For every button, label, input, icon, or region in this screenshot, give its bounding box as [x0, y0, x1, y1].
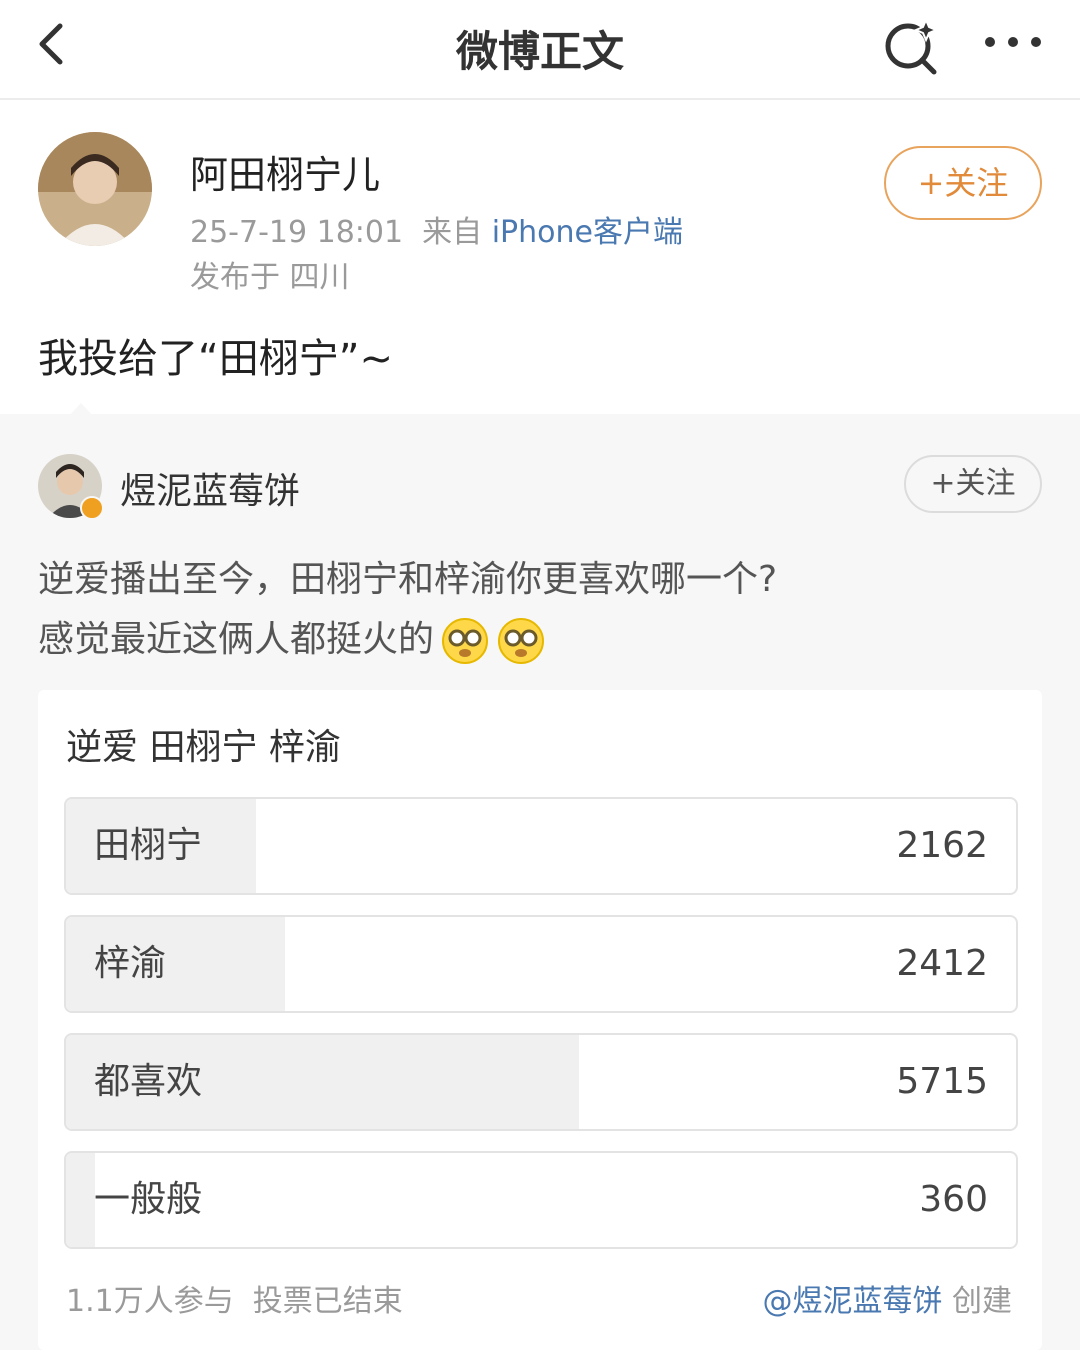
source-prefix: 来自: [422, 215, 483, 250]
post-text: 我投给了“田栩宁”~: [38, 336, 393, 382]
poll-option-count: 5715: [896, 1061, 988, 1102]
top-nav-bar: 微博正文: [0, 0, 1080, 100]
poll-option[interactable]: 梓渝 2412: [64, 915, 1018, 1013]
poll-option-count: 360: [919, 1179, 988, 1220]
post-time: 25-7-19 18:01: [190, 215, 404, 250]
poll-option[interactable]: 一般般 360: [64, 1151, 1018, 1249]
repost-pointer-icon: [68, 402, 94, 417]
poll-footer-stats: 1.1万人参与 投票已结束: [66, 1276, 403, 1320]
poll-participants: 1.1万人参与: [66, 1284, 234, 1319]
poll-option[interactable]: 田栩宁 2162: [64, 797, 1018, 895]
poll-option-label: 梓渝: [94, 943, 167, 984]
thinking-face-emoji-icon: [440, 616, 490, 666]
poll-option-label: 都喜欢: [94, 1061, 203, 1102]
poll-title: 逆爱 田栩宁 梓渝: [66, 727, 341, 768]
poll-creator-link[interactable]: @煜泥蓝莓饼: [762, 1284, 942, 1319]
poll-option-label: 田栩宁: [94, 825, 203, 866]
repost-follow-button[interactable]: +关注: [904, 455, 1042, 513]
poll-option-count: 2412: [896, 943, 988, 984]
follow-button[interactable]: +关注: [884, 146, 1042, 220]
poll-status: 投票已结束: [252, 1284, 403, 1319]
post-meta: 25-7-19 18:01 来自 iPhone客户端: [190, 207, 683, 251]
author-avatar[interactable]: [38, 132, 152, 246]
post-location: 发布于 四川: [190, 260, 350, 295]
repost-text-line2-content: 感觉最近这俩人都挺火的: [38, 619, 435, 660]
poll-option-label: 一般般: [94, 1179, 203, 1220]
post-source-link[interactable]: iPhone客户端: [492, 215, 683, 250]
search-sparkle-icon[interactable]: [880, 14, 942, 76]
poll-creator-suffix: 创建: [952, 1284, 1012, 1319]
poll-creator-info: @煜泥蓝莓饼 创建: [762, 1276, 1012, 1320]
verified-badge-icon: [80, 496, 104, 520]
thinking-face-emoji-icon: [496, 616, 546, 666]
poll-option-count: 2162: [896, 825, 988, 866]
poll-card: [38, 690, 1042, 1350]
poll-option[interactable]: 都喜欢 5715: [64, 1033, 1018, 1131]
more-dots-icon[interactable]: [980, 20, 1046, 64]
poll-option-fill: [66, 1153, 95, 1247]
repost-text-line1: 逆爱播出至今，田栩宁和梓渝你更喜欢哪一个?: [38, 559, 778, 600]
repost-text-line2: 感觉最近这俩人都挺火的: [38, 610, 546, 666]
author-name[interactable]: 阿田栩宁儿: [190, 144, 380, 199]
repost-author-name[interactable]: 煜泥蓝莓饼: [120, 462, 300, 514]
